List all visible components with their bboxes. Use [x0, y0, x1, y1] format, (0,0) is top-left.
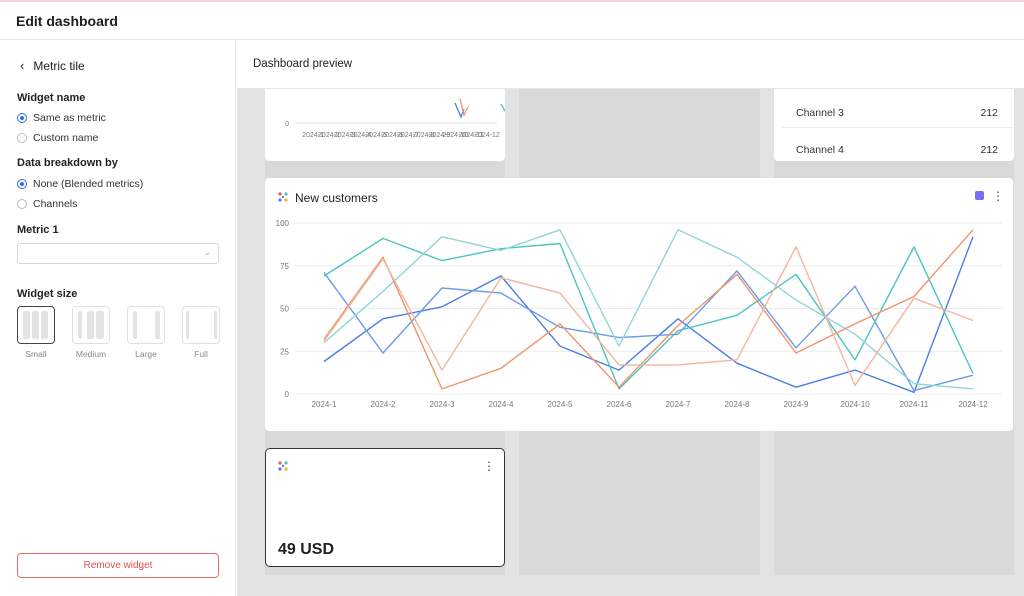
sidebar: ‹ Metric tile Widget name Same as metric…	[0, 41, 236, 596]
table-row: Channel 3 212	[796, 107, 998, 119]
x-tick-label: 2024-8	[725, 400, 750, 409]
radio-none-blended[interactable]: None (Blended metrics)	[17, 178, 143, 190]
size-option-small[interactable]: Small	[17, 306, 55, 359]
top-bar: Edit dashboard	[0, 0, 1024, 40]
x-tick-label: 2024-7	[666, 400, 691, 409]
metric-tile-card[interactable]: ⋮ 49 USD	[265, 448, 505, 567]
top-chart-svg: 02024-12024-22024-32024-42024-52024-6202…	[285, 98, 546, 139]
remove-widget-button[interactable]: Remove widget	[17, 553, 219, 578]
x-tick-label: 2024-2	[371, 400, 396, 409]
x-tick-label: 2024-12	[474, 132, 500, 139]
x-tick-label: 2024-11	[900, 400, 929, 409]
metric1-select[interactable]: ⌄	[17, 243, 219, 264]
channel-name: Channel 4	[796, 144, 844, 156]
x-tick-label: 2024-12	[958, 400, 988, 409]
size-label: Medium	[75, 349, 107, 359]
x-tick-label: 2024-4	[489, 400, 514, 409]
size-large-icon	[127, 306, 165, 344]
radio-dot	[17, 133, 27, 143]
size-small-icon	[17, 306, 55, 344]
size-medium-icon	[72, 306, 110, 344]
channel-value: 212	[980, 144, 998, 156]
table-divider	[782, 127, 1014, 128]
radio-label: Same as metric	[33, 112, 106, 124]
preview-title: Dashboard preview	[253, 58, 353, 70]
channel-table-card[interactable]: Channel 3 212 Channel 4 212	[774, 89, 1014, 161]
y-tick-label: 0	[285, 390, 290, 399]
table-row: Channel 4 212	[796, 144, 998, 156]
size-option-medium[interactable]: Medium	[72, 306, 110, 359]
more-options-icon[interactable]: ⋮	[483, 460, 495, 472]
series-line	[323, 246, 974, 387]
x-tick-label: 2024-10	[840, 400, 870, 409]
x-tick-label: 2024-9	[784, 400, 809, 409]
y-tick-label: 25	[280, 347, 289, 356]
back-button[interactable]: ‹ Metric tile	[20, 58, 85, 73]
radio-dot	[17, 179, 27, 189]
y-tick-label: 75	[280, 262, 289, 271]
radio-custom-name[interactable]: Custom name	[17, 132, 98, 144]
x-tick-label: 2024-1	[312, 400, 337, 409]
radio-label: None (Blended metrics)	[33, 178, 144, 190]
x-tick-label: 2024-6	[607, 400, 632, 409]
channel-value: 212	[980, 107, 998, 119]
data-breakdown-label: Data breakdown by	[17, 157, 118, 169]
back-label: Metric tile	[33, 58, 85, 73]
size-option-full[interactable]: Full	[182, 306, 220, 359]
series-line	[500, 98, 546, 116]
metric-value: 49 USD	[278, 541, 335, 558]
size-label: Large	[135, 349, 157, 359]
size-full-icon	[182, 306, 220, 344]
radio-label: Channels	[33, 198, 78, 210]
y-tick-label: 0	[285, 121, 289, 128]
chevron-down-icon: ⌄	[203, 247, 211, 257]
radio-dot	[17, 199, 27, 209]
y-tick-label: 100	[276, 219, 290, 228]
radio-channels[interactable]: Channels	[17, 198, 77, 210]
new-customers-card[interactable]: New customers ⋮ 0 25 50 75 100 2024-1 2024-2 20…	[265, 178, 1013, 431]
page-title: Edit dashboard	[16, 13, 118, 29]
x-tick-label: 2024-3	[430, 400, 455, 409]
metric1-label: Metric 1	[17, 224, 59, 236]
top-chart-card[interactable]: 0 2024-1 2024-2 2024-3 2024-4 2024-5 2024-6 202…	[265, 89, 546, 161]
dashboard-canvas: 0 2024-1 2024-2 2024-3 2024-4 2024-5 2024-6 202…	[237, 89, 1024, 596]
preview-header: Dashboard preview	[237, 41, 1024, 89]
radio-same-as-metric[interactable]: Same as metric	[17, 112, 106, 124]
widget-size-options: Small Medium Large Full	[17, 306, 227, 366]
radio-label: Custom name	[33, 132, 99, 144]
channel-name: Channel 3	[796, 107, 844, 119]
widget-name-label: Widget name	[17, 92, 86, 104]
series-line	[459, 98, 469, 117]
widget-size-label: Widget size	[17, 288, 78, 300]
size-label: Full	[194, 349, 208, 359]
app-logo-icon	[278, 461, 288, 471]
y-tick-label: 50	[280, 305, 289, 314]
radio-dot	[17, 113, 27, 123]
x-tick-label: 2024-5	[548, 400, 573, 409]
line-chart: 0 25 50 75 100 2024-1 2024-2 2024-3 2024-4 2024-5…	[276, 219, 1002, 409]
size-label: Small	[25, 349, 47, 359]
size-option-large[interactable]: Large	[127, 306, 165, 359]
chevron-left-icon: ‹	[20, 58, 25, 73]
